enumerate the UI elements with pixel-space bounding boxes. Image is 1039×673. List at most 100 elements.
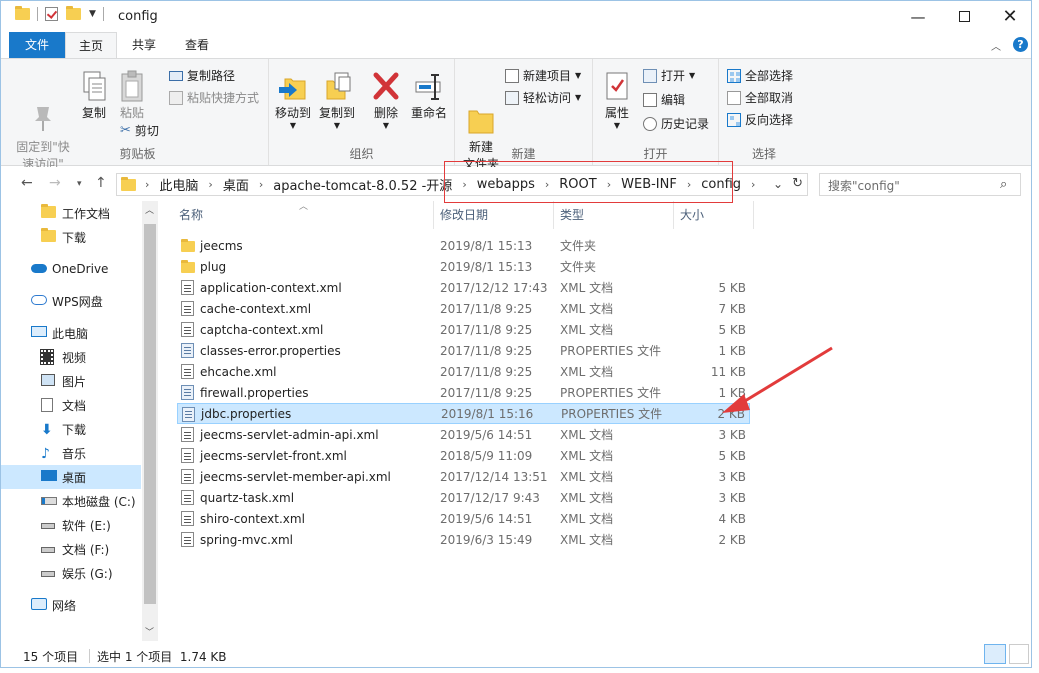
copy-to-button[interactable]: 复制到 ▼ xyxy=(317,69,357,130)
file-row[interactable]: quartz-task.xml 2017/12/17 9:43 XML 文档 3 KB xyxy=(177,487,750,508)
sidebar-item[interactable]: 图片 xyxy=(1,369,141,393)
cut-button[interactable]: ✂ 剪切 xyxy=(120,122,159,139)
file-row[interactable]: jeecms 2019/8/1 15:13 文件夹 xyxy=(177,235,750,256)
sidebar-item[interactable]: ⬇ 下载 xyxy=(1,417,141,441)
file-row[interactable]: jdbc.properties 2019/8/1 15:16 PROPERTIES … xyxy=(177,403,750,424)
sidebar-item[interactable]: 娱乐 (G:) xyxy=(1,561,141,585)
column-header-type[interactable]: 类型 xyxy=(554,201,674,229)
breadcrumb-tomcat[interactable]: apache-tomcat-8.0.52 -开源 xyxy=(268,175,457,194)
file-row[interactable]: shiro-context.xml 2019/5/6 14:51 XML 文档 4 K… xyxy=(177,508,750,529)
sidebar-item[interactable]: ♪ 音乐 xyxy=(1,441,141,465)
sidebar-item[interactable]: OneDrive xyxy=(1,257,141,281)
file-row[interactable]: application-context.xml 2017/12/12 17:43 X… xyxy=(177,277,750,298)
sidebar-item[interactable]: 视频 xyxy=(1,345,141,369)
forward-button[interactable]: → xyxy=(49,175,61,191)
history-button[interactable]: 历史记录 xyxy=(643,115,709,132)
invert-selection-button[interactable]: 反向选择 xyxy=(727,111,793,128)
nav-scrollbar[interactable]: ︿ ﹀ xyxy=(142,201,158,641)
column-header-size[interactable]: 大小 xyxy=(674,201,754,229)
chevron-right-icon[interactable]: › xyxy=(140,178,154,191)
maximize-button[interactable] xyxy=(941,1,987,32)
sidebar-item[interactable]: 网络 xyxy=(1,593,141,617)
paste-shortcut-label: 粘贴快捷方式 xyxy=(187,91,260,105)
open-button[interactable]: 打开 ▼ xyxy=(643,67,695,84)
sidebar-item[interactable]: 工作文档 xyxy=(1,201,141,225)
copy-button[interactable]: 复制 xyxy=(77,69,111,122)
sidebar-item[interactable]: WPS网盘 xyxy=(1,289,141,313)
details-view-button[interactable] xyxy=(984,644,1006,664)
music-icon: ♪ xyxy=(41,446,50,462)
chevron-right-icon[interactable]: › xyxy=(746,178,760,191)
edit-button[interactable]: 编辑 xyxy=(643,91,685,108)
window-title: config xyxy=(118,9,158,24)
sidebar-item[interactable]: 此电脑 xyxy=(1,321,141,345)
recent-locations-icon[interactable]: ▾ xyxy=(77,179,82,189)
tab-view[interactable]: 查看 xyxy=(173,32,221,58)
chevron-right-icon[interactable]: › xyxy=(203,178,217,191)
sidebar-item[interactable]: 桌面 xyxy=(1,465,141,489)
rename-button[interactable]: 重命名 xyxy=(407,69,451,122)
scroll-down-icon[interactable]: ﹀ xyxy=(145,625,154,638)
open-group: 属性 ▼ 打开 ▼ 编辑 历史记录 打开 xyxy=(593,59,719,165)
scrollbar-thumb[interactable] xyxy=(144,224,156,604)
sidebar-item-label: 此电脑 xyxy=(52,326,89,341)
new-folder-icon[interactable] xyxy=(66,6,81,20)
help-icon[interactable]: ? xyxy=(1013,37,1028,52)
rename-label: 重命名 xyxy=(410,106,447,120)
column-header-name[interactable]: 名称 xyxy=(171,201,434,229)
sidebar-item[interactable]: 软件 (E:) xyxy=(1,513,141,537)
file-row[interactable]: spring-mvc.xml 2019/6/3 15:49 XML 文档 2 KB xyxy=(177,529,750,550)
file-date: 2017/11/8 9:25 xyxy=(440,343,533,358)
move-to-button[interactable]: 移动到 ▼ xyxy=(273,69,313,130)
file-row[interactable]: ehcache.xml 2017/11/8 9:25 XML 文档 11 KB xyxy=(177,361,750,382)
large-icons-view-button[interactable] xyxy=(1009,644,1029,664)
search-input[interactable]: 搜索"config" xyxy=(819,173,1021,196)
select-all-button[interactable]: 全部选择 xyxy=(727,67,793,84)
copy-path-button[interactable]: 复制路径 xyxy=(169,67,235,84)
refresh-icon[interactable]: ↻ xyxy=(792,176,803,191)
file-row[interactable]: jeecms-servlet-front.xml 2018/5/9 11:09 XM… xyxy=(177,445,750,466)
sidebar-item-label: 软件 (E:) xyxy=(62,518,111,533)
properties-icon[interactable] xyxy=(45,7,58,21)
breadcrumb-this-pc[interactable]: 此电脑 xyxy=(154,175,203,194)
paste-button[interactable]: 粘贴 xyxy=(115,69,149,122)
minimize-button[interactable]: — xyxy=(895,1,941,32)
tab-home[interactable]: 主页 xyxy=(65,32,117,59)
file-row[interactable]: plug 2019/8/1 15:13 文件夹 xyxy=(177,256,750,277)
file-row[interactable]: captcha-context.xml 2017/11/8 9:25 XML 文档 5… xyxy=(177,319,750,340)
back-button[interactable]: ← xyxy=(21,175,33,191)
chevron-right-icon[interactable]: › xyxy=(254,178,268,191)
scroll-up-icon[interactable]: ︿ xyxy=(145,203,154,216)
properties-button[interactable]: 属性 ▼ xyxy=(599,69,635,130)
drive-icon xyxy=(41,542,55,556)
collapse-ribbon-icon[interactable]: ︿ xyxy=(991,38,1001,53)
tab-file[interactable]: 文件 xyxy=(9,32,65,58)
column-header-date[interactable]: 修改日期 xyxy=(434,201,554,229)
sidebar-item-label: 文档 xyxy=(62,398,87,413)
tab-share[interactable]: 共享 xyxy=(121,32,167,58)
file-row[interactable]: jeecms-servlet-admin-api.xml 2019/5/6 14:… xyxy=(177,424,750,445)
sidebar-item[interactable]: 本地磁盘 (C:) xyxy=(1,489,141,513)
delete-button[interactable]: 删除 ▼ xyxy=(369,69,403,130)
edit-icon xyxy=(643,92,657,107)
file-row[interactable]: firewall.properties 2017/11/8 9:25 PROPERT… xyxy=(177,382,750,403)
up-button[interactable]: ↑ xyxy=(95,175,107,191)
sidebar-item[interactable]: 文档 (F:) xyxy=(1,537,141,561)
sidebar-item[interactable]: 下载 xyxy=(1,225,141,249)
ribbon-tabs: 文件 主页 共享 查看 ︿ ? xyxy=(1,32,1031,59)
file-name: captcha-context.xml xyxy=(200,322,324,337)
paste-shortcut-button[interactable]: 粘贴快捷方式 xyxy=(169,89,259,106)
file-row[interactable]: jeecms-servlet-member-api.xml 2017/12/14 … xyxy=(177,466,750,487)
new-item-button[interactable]: 新建项目 ▼ xyxy=(505,67,581,84)
sidebar-item[interactable]: 文档 xyxy=(1,393,141,417)
properties-file-icon xyxy=(182,407,195,422)
customize-toolbar-icon[interactable]: ▼ xyxy=(89,9,96,19)
file-row[interactable]: classes-error.properties 2017/11/8 9:25 PR… xyxy=(177,340,750,361)
select-none-button[interactable]: 全部取消 xyxy=(727,89,793,106)
close-button[interactable]: ✕ xyxy=(987,1,1031,32)
breadcrumb-desktop[interactable]: 桌面 xyxy=(218,175,254,194)
easy-access-button[interactable]: 轻松访问 ▼ xyxy=(505,89,581,106)
file-row[interactable]: cache-context.xml 2017/11/8 9:25 XML 文档 7 K… xyxy=(177,298,750,319)
address-dropdown-icon[interactable]: ⌄ xyxy=(773,177,783,191)
folder-icon xyxy=(121,176,136,191)
